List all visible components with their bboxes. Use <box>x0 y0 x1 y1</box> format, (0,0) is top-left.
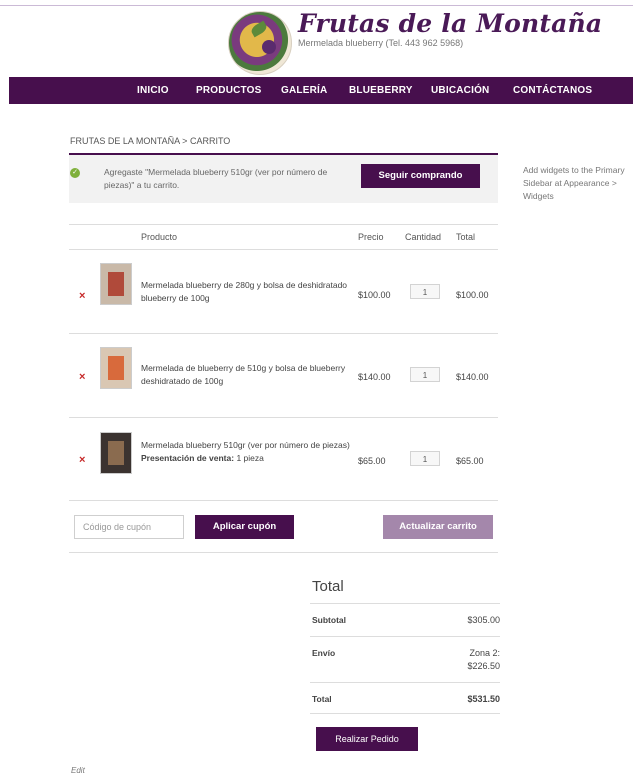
quantity-input[interactable]: 1 <box>410 284 440 299</box>
product-price: $140.00 <box>358 372 391 382</box>
shipping-label: Envío <box>312 648 336 658</box>
header-price: Precio <box>358 232 384 242</box>
nav-item-productos[interactable]: PRODUCTOS <box>196 85 262 96</box>
apply-coupon-button[interactable]: Aplicar cupón <box>195 515 294 539</box>
remove-item-button[interactable]: × <box>79 454 85 466</box>
order-total-label: Total <box>312 694 332 704</box>
product-subtotal: $140.00 <box>456 372 489 382</box>
row-divider <box>69 500 498 501</box>
header-product: Producto <box>141 232 178 242</box>
remove-item-button[interactable]: × <box>79 371 85 383</box>
continue-shopping-button[interactable]: Seguir comprando <box>361 164 480 188</box>
product-name-link[interactable]: Mermelada blueberry de 280g y bolsa de d… <box>141 279 351 305</box>
product-price: $100.00 <box>358 290 391 300</box>
product-name-link[interactable]: Mermelada blueberry 510gr (ver por númer… <box>141 439 351 465</box>
order-total-value: $531.50 <box>467 694 500 704</box>
site-title[interactable]: Frutas de la Montaña <box>298 9 602 38</box>
site-logo[interactable] <box>228 11 292 75</box>
shipping-value: Zona 2: $226.50 <box>467 647 500 673</box>
header-quantity: Cantidad <box>405 232 442 242</box>
totals-rule <box>310 636 500 637</box>
actions-divider <box>69 552 498 553</box>
header-total: Total <box>456 232 476 242</box>
product-thumbnail[interactable] <box>100 263 132 305</box>
subtotal-label: Subtotal <box>312 615 346 625</box>
main-nav: INICIO PRODUCTOS GALERÍA BLUEBERRY UBICA… <box>9 77 633 104</box>
nav-item-contactanos[interactable]: CONTÁCTANOS <box>513 85 592 96</box>
nav-item-galeria[interactable]: GALERÍA <box>281 85 327 96</box>
shipping-zone: Zona 2: <box>469 648 500 658</box>
product-price: $65.00 <box>358 456 386 466</box>
subtotal-value: $305.00 <box>467 615 500 625</box>
row-divider <box>69 333 498 334</box>
nav-item-ubicacion[interactable]: UBICACIÓN <box>431 85 489 96</box>
nav-item-inicio[interactable]: INICIO <box>137 85 169 96</box>
product-subtotal: $100.00 <box>456 290 489 300</box>
table-header-rule <box>69 249 498 250</box>
row-divider <box>69 417 498 418</box>
shipping-amount: $226.50 <box>467 661 500 671</box>
totals-rule <box>310 713 500 714</box>
breadcrumb: FRUTAS DE LA MONTAÑA > CARRITO <box>70 136 231 146</box>
checkout-button[interactable]: Realizar Pedido <box>316 727 418 751</box>
quantity-input[interactable]: 1 <box>410 451 440 466</box>
totals-rule <box>310 603 500 604</box>
top-border <box>0 5 633 6</box>
cart-totals-title: Total <box>312 578 344 595</box>
notice-message: Agregaste "Mermelada blueberry 510gr (ve… <box>104 167 328 190</box>
table-top-rule <box>69 224 498 225</box>
quantity-input[interactable]: 1 <box>410 367 440 382</box>
product-thumbnail[interactable] <box>100 347 132 389</box>
variation-label: Presentación de venta: <box>141 453 235 463</box>
update-cart-button[interactable]: Actualizar carrito <box>383 515 493 539</box>
check-icon: ✓ <box>70 168 80 178</box>
site-subtitle: Mermelada blueberry (Tel. 443 962 5968) <box>298 38 464 48</box>
edit-link[interactable]: Edit <box>71 766 85 775</box>
product-subtotal: $65.00 <box>456 456 484 466</box>
logo-leaf <box>249 20 269 38</box>
remove-item-button[interactable]: × <box>79 290 85 302</box>
variation-value: 1 pieza <box>236 453 264 463</box>
coupon-code-input[interactable]: Código de cupón <box>74 515 184 539</box>
product-thumbnail[interactable] <box>100 432 132 474</box>
totals-rule <box>310 682 500 683</box>
nav-item-blueberry[interactable]: BLUEBERRY <box>349 85 413 96</box>
product-name-link[interactable]: Mermelada de blueberry de 510g y bolsa d… <box>141 362 351 388</box>
sidebar-widgets-text: Add widgets to the Primary Sidebar at Ap… <box>523 165 625 201</box>
logo-berry <box>262 40 276 54</box>
